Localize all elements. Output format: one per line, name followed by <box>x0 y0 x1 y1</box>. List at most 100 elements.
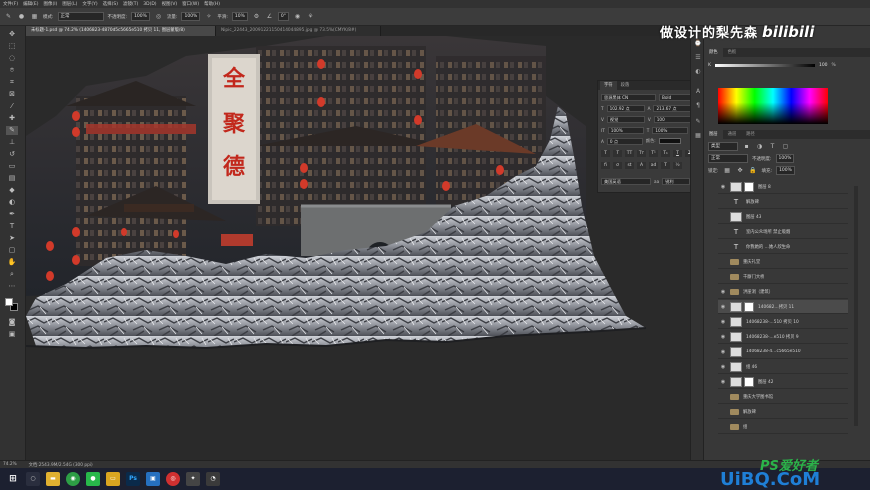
menu-3d[interactable]: 3D(D) <box>143 2 156 7</box>
layer-row[interactable]: T 你我她的 …她人欣生命 <box>718 240 848 254</box>
frame-tool-icon[interactable]: ⊠ <box>6 90 18 99</box>
menu-view[interactable]: 视图(V) <box>162 1 178 7</box>
layer-row[interactable]: 重庆大学图书馆 <box>718 390 848 404</box>
hand-tool-icon[interactable]: ✋ <box>6 258 18 267</box>
tab-layers[interactable]: 图层 <box>704 130 723 139</box>
menu-select[interactable]: 选择(S) <box>103 1 118 7</box>
menu-image[interactable]: 图像(I) <box>43 1 57 7</box>
fractions-button[interactable]: ½ <box>673 161 682 169</box>
oldstyle-button[interactable]: ơ <box>613 161 622 169</box>
pen-tool-icon[interactable]: ✒ <box>6 210 18 219</box>
titling-button[interactable]: ad <box>649 161 658 169</box>
tab-color[interactable]: 颜色 <box>704 48 723 57</box>
faux-italic-button[interactable]: T <box>613 149 622 157</box>
fill-field[interactable]: 100% <box>776 166 795 175</box>
tab-document-1[interactable]: 未标题-1.psd @ 74.2% (1406823-4870d5c5665e5… <box>26 26 216 36</box>
ordinals-button[interactable]: T <box>661 161 670 169</box>
baseline-field[interactable]: 0 点 <box>606 137 643 145</box>
pressure-size-icon[interactable]: ◉ <box>293 12 302 21</box>
type-tool-icon[interactable]: T <box>6 222 18 231</box>
tab-document-2[interactable]: Nipic_22443_20091221150414044895.jpg @ 7… <box>216 26 381 36</box>
layer-row-selected[interactable]: ◉ 140682…拷贝 11 <box>718 300 848 314</box>
wechat-icon[interactable]: ● <box>86 472 100 486</box>
smoothing-settings-icon[interactable]: ⚙ <box>252 12 261 21</box>
kerning-field[interactable]: 视觉 <box>606 115 645 123</box>
history-icon[interactable]: ⌚ <box>694 40 702 48</box>
start-icon[interactable]: ⊞ <box>6 472 20 486</box>
color-spectrum[interactable] <box>718 88 828 124</box>
filter-pixel-icon[interactable]: ▪ <box>742 142 751 151</box>
explorer-icon[interactable]: ▬ <box>46 472 60 486</box>
vertical-scale-field[interactable]: 100% <box>607 126 644 134</box>
crop-tool-icon[interactable]: ⌗ <box>6 78 18 87</box>
menu-file[interactable]: 文件(F) <box>3 1 18 7</box>
leading-field[interactable]: 213.67 点 <box>653 104 692 112</box>
chrome-icon[interactable]: ◉ <box>66 472 80 486</box>
brush-tool-icon[interactable]: ✎ <box>4 12 13 21</box>
alternates-button[interactable]: A <box>637 161 646 169</box>
document-info[interactable]: 文档:2543.9M/2.54G (300 ppi) <box>29 462 93 468</box>
layer-row[interactable]: T 解放碑 <box>718 195 848 209</box>
filter-type-icon[interactable]: T <box>768 142 777 151</box>
screen-mode-icon[interactable]: ▣ <box>6 330 18 339</box>
foreground-color-swatch[interactable] <box>5 298 13 306</box>
move-tool-icon[interactable]: ✥ <box>6 30 18 39</box>
tool-icon[interactable]: ✦ <box>186 472 200 486</box>
layer-opacity-field[interactable]: 100% <box>775 154 795 163</box>
path-select-tool-icon[interactable]: ➤ <box>6 234 18 243</box>
menu-type[interactable]: 文字(Y) <box>82 1 97 7</box>
blur-tool-icon[interactable]: ◆ <box>6 186 18 195</box>
eyedropper-tool-icon[interactable]: ⁄ <box>6 102 18 111</box>
layer-kind-select[interactable]: 类型 <box>708 142 738 151</box>
zoom-level[interactable]: 74.2% <box>3 462 17 467</box>
more-tools-icon[interactable]: ⋯ <box>6 282 18 291</box>
gradient-tool-icon[interactable]: ▤ <box>6 174 18 183</box>
photoshop-icon[interactable]: Ps <box>126 472 140 486</box>
antialias-select[interactable]: 锐利 <box>662 177 691 185</box>
layers-scrollbar[interactable] <box>854 186 858 426</box>
tab-character[interactable]: 字符 <box>600 81 617 90</box>
layer-row[interactable]: 重庆礼堂 <box>718 255 848 269</box>
folder-icon[interactable]: ▭ <box>106 472 120 486</box>
netease-icon[interactable]: ◎ <box>166 472 180 486</box>
all-caps-button[interactable]: TT <box>625 149 634 157</box>
menu-layer[interactable]: 图层(L) <box>62 1 77 7</box>
layer-row[interactable]: ◉ 图层 42 <box>718 375 848 389</box>
opacity-field[interactable]: 100% <box>131 12 150 21</box>
superscript-button[interactable]: T¹ <box>649 149 658 157</box>
tab-channels[interactable]: 通道 <box>723 130 742 139</box>
layer-row[interactable]: 解放碑 <box>718 405 848 419</box>
visibility-eye-icon[interactable]: ◉ <box>718 184 728 190</box>
visibility-eye-icon[interactable]: ◉ <box>718 364 728 370</box>
visibility-eye-icon[interactable]: ◉ <box>718 304 728 310</box>
visibility-eye-icon[interactable]: ◉ <box>718 319 728 325</box>
layer-row[interactable]: T 室内公众场所 禁止吸烟 <box>718 225 848 239</box>
history-brush-tool-icon[interactable]: ↺ <box>6 150 18 159</box>
small-caps-button[interactable]: Tт <box>637 149 646 157</box>
eraser-tool-icon[interactable]: ▭ <box>6 162 18 171</box>
misc-icon[interactable]: ◔ <box>206 472 220 486</box>
filter-adjust-icon[interactable]: ◑ <box>755 142 764 151</box>
layer-row[interactable]: 图层 43 <box>718 210 848 224</box>
lock-position-icon[interactable]: ✥ <box>736 166 745 175</box>
search-icon[interactable]: ○ <box>26 472 40 486</box>
symmetry-icon[interactable]: ⚘ <box>306 12 315 21</box>
character-icon[interactable]: A <box>694 88 702 96</box>
brush-preset-icon[interactable]: ● <box>17 12 26 21</box>
document-canvas[interactable]: 全 聚 德 <box>26 36 690 460</box>
healing-tool-icon[interactable]: ✚ <box>6 114 18 123</box>
menu-filter[interactable]: 滤镜(T) <box>123 1 138 7</box>
layer-row[interactable]: 千厮门大桥 <box>718 270 848 284</box>
angle-field[interactable]: 0° <box>277 12 290 21</box>
tab-paths[interactable]: 路径 <box>741 130 760 139</box>
paragraph-icon[interactable]: ¶ <box>694 102 702 110</box>
libraries-icon[interactable]: ▦ <box>694 132 702 140</box>
horizontal-scale-field[interactable]: 100% <box>652 126 689 134</box>
filter-shape-icon[interactable]: ▢ <box>781 142 790 151</box>
k-value[interactable]: 100 <box>819 63 828 68</box>
pressure-opacity-icon[interactable]: ◎ <box>154 12 163 21</box>
mode-select[interactable]: 正常 <box>57 12 104 21</box>
language-select[interactable]: 美国英语 <box>601 177 651 185</box>
brushes-icon[interactable]: ✎ <box>694 118 702 126</box>
subscript-button[interactable]: T₁ <box>661 149 670 157</box>
